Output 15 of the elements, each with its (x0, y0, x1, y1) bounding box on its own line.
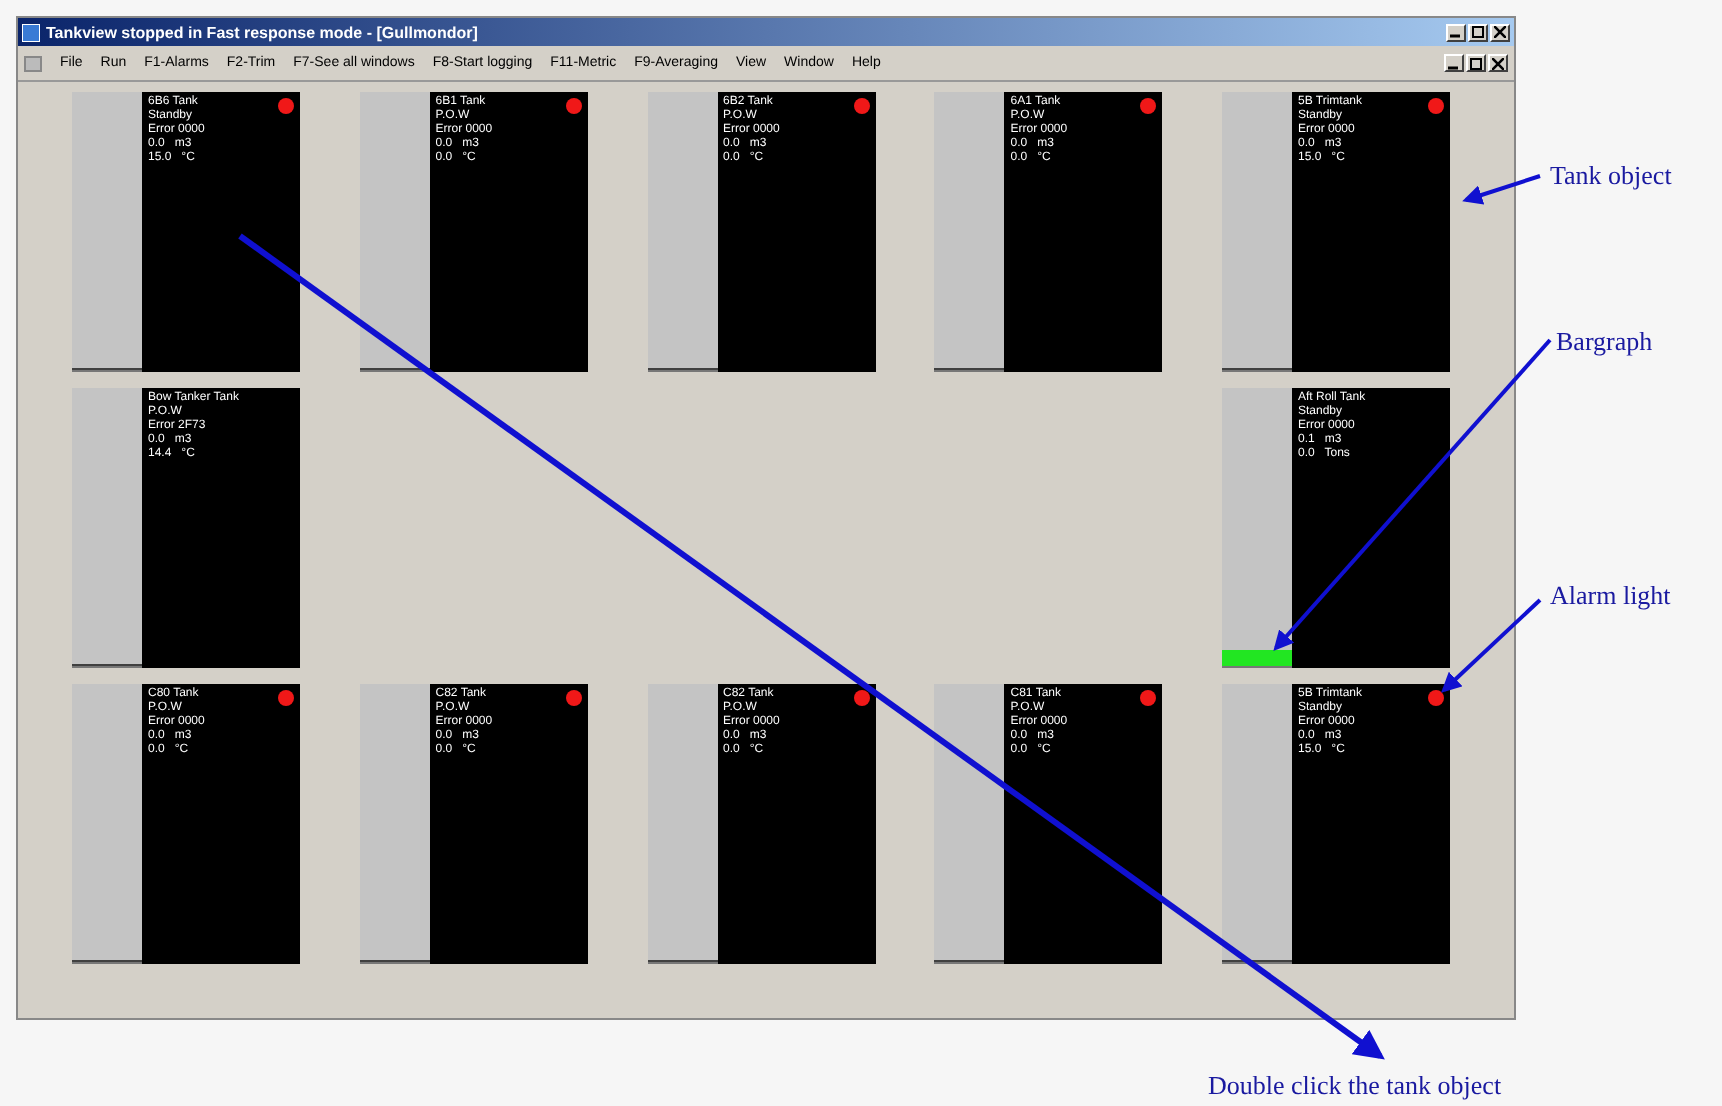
annotation-label: Tank object (1550, 160, 1672, 192)
annotation-arrow (1462, 174, 1541, 205)
close-icon (1494, 26, 1506, 38)
maximize-icon (1470, 57, 1482, 69)
app-icon (22, 23, 40, 41)
window-title: Tankview stopped in Fast response mode - [Gullmondor] (46, 23, 478, 41)
close-button[interactable] (1490, 23, 1510, 41)
minimize-button[interactable] (1444, 54, 1464, 72)
close-icon (1492, 57, 1504, 69)
annotation-label: Double click the tank object (1208, 1070, 1502, 1102)
annotation-label: Bargraph (1556, 326, 1653, 358)
annotation-label: Alarm light (1550, 580, 1671, 612)
close-button[interactable] (1488, 54, 1508, 72)
maximize-icon (1472, 26, 1484, 38)
minimize-button[interactable] (1446, 23, 1466, 41)
